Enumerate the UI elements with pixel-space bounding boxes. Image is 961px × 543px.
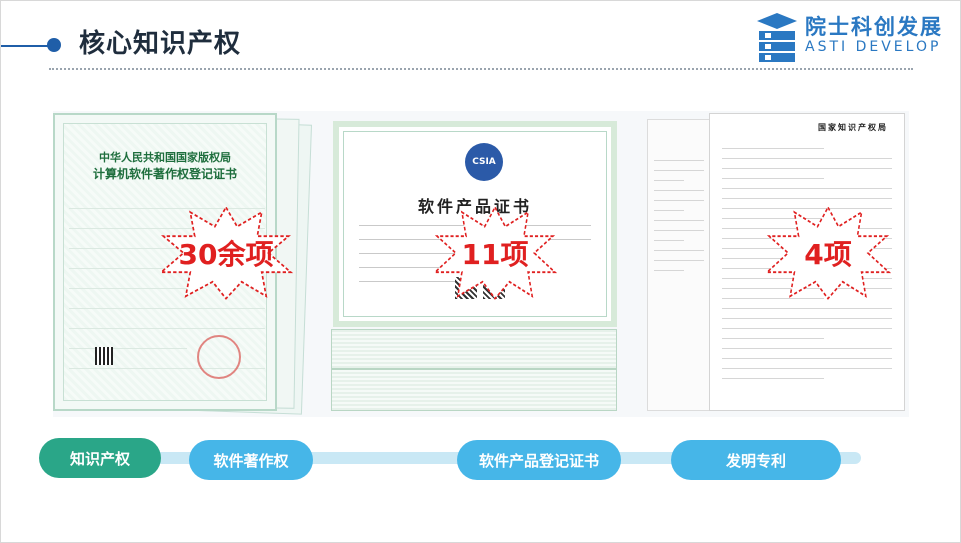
product-count: 11项: [461, 238, 529, 271]
product-certificate-back: [331, 369, 617, 411]
product-count-burst: 11项: [433, 205, 557, 301]
header-divider: [49, 68, 913, 70]
csia-badge-icon: CSIA: [465, 143, 503, 181]
patent-issuer: 国家知识产权局: [818, 123, 888, 132]
nav-item-intellectual-property[interactable]: 知识产权: [39, 438, 161, 478]
graduation-cap-icon: [757, 13, 797, 62]
nav-item-software-product-certificate[interactable]: 软件产品登记证书: [457, 440, 621, 480]
header-accent-line: [1, 45, 53, 47]
certificate-subheading: 计算机软件著作权登记证书: [92, 167, 237, 181]
slide: 核心知识产权 院士科创发展 ASTI DEVELOP 中华人民共和国国家版权局 …: [0, 0, 961, 543]
logo-chinese-text: 院士科创发展: [805, 15, 943, 39]
certificate-heading: 中华人民共和国国家版权局: [99, 151, 231, 164]
product-certificate-back: [331, 329, 617, 369]
page-title: 核心知识产权: [79, 29, 242, 59]
copyright-count: 30余项: [178, 238, 274, 271]
qr-code-icon: [95, 347, 113, 365]
official-seal-icon: [197, 335, 241, 379]
logo-english-text: ASTI DEVELOP: [805, 39, 942, 55]
patent-document-back: [647, 119, 711, 411]
patent-count-burst: 4项: [765, 205, 891, 301]
patent-count: 4项: [804, 238, 852, 271]
copyright-count-burst: 30余项: [159, 205, 293, 301]
nav-item-software-copyright[interactable]: 软件著作权: [189, 440, 313, 480]
nav-item-invention-patent[interactable]: 发明专利: [671, 440, 841, 480]
header-accent-dot: [47, 38, 61, 52]
company-logo: 院士科创发展 ASTI DEVELOP: [755, 9, 951, 65]
